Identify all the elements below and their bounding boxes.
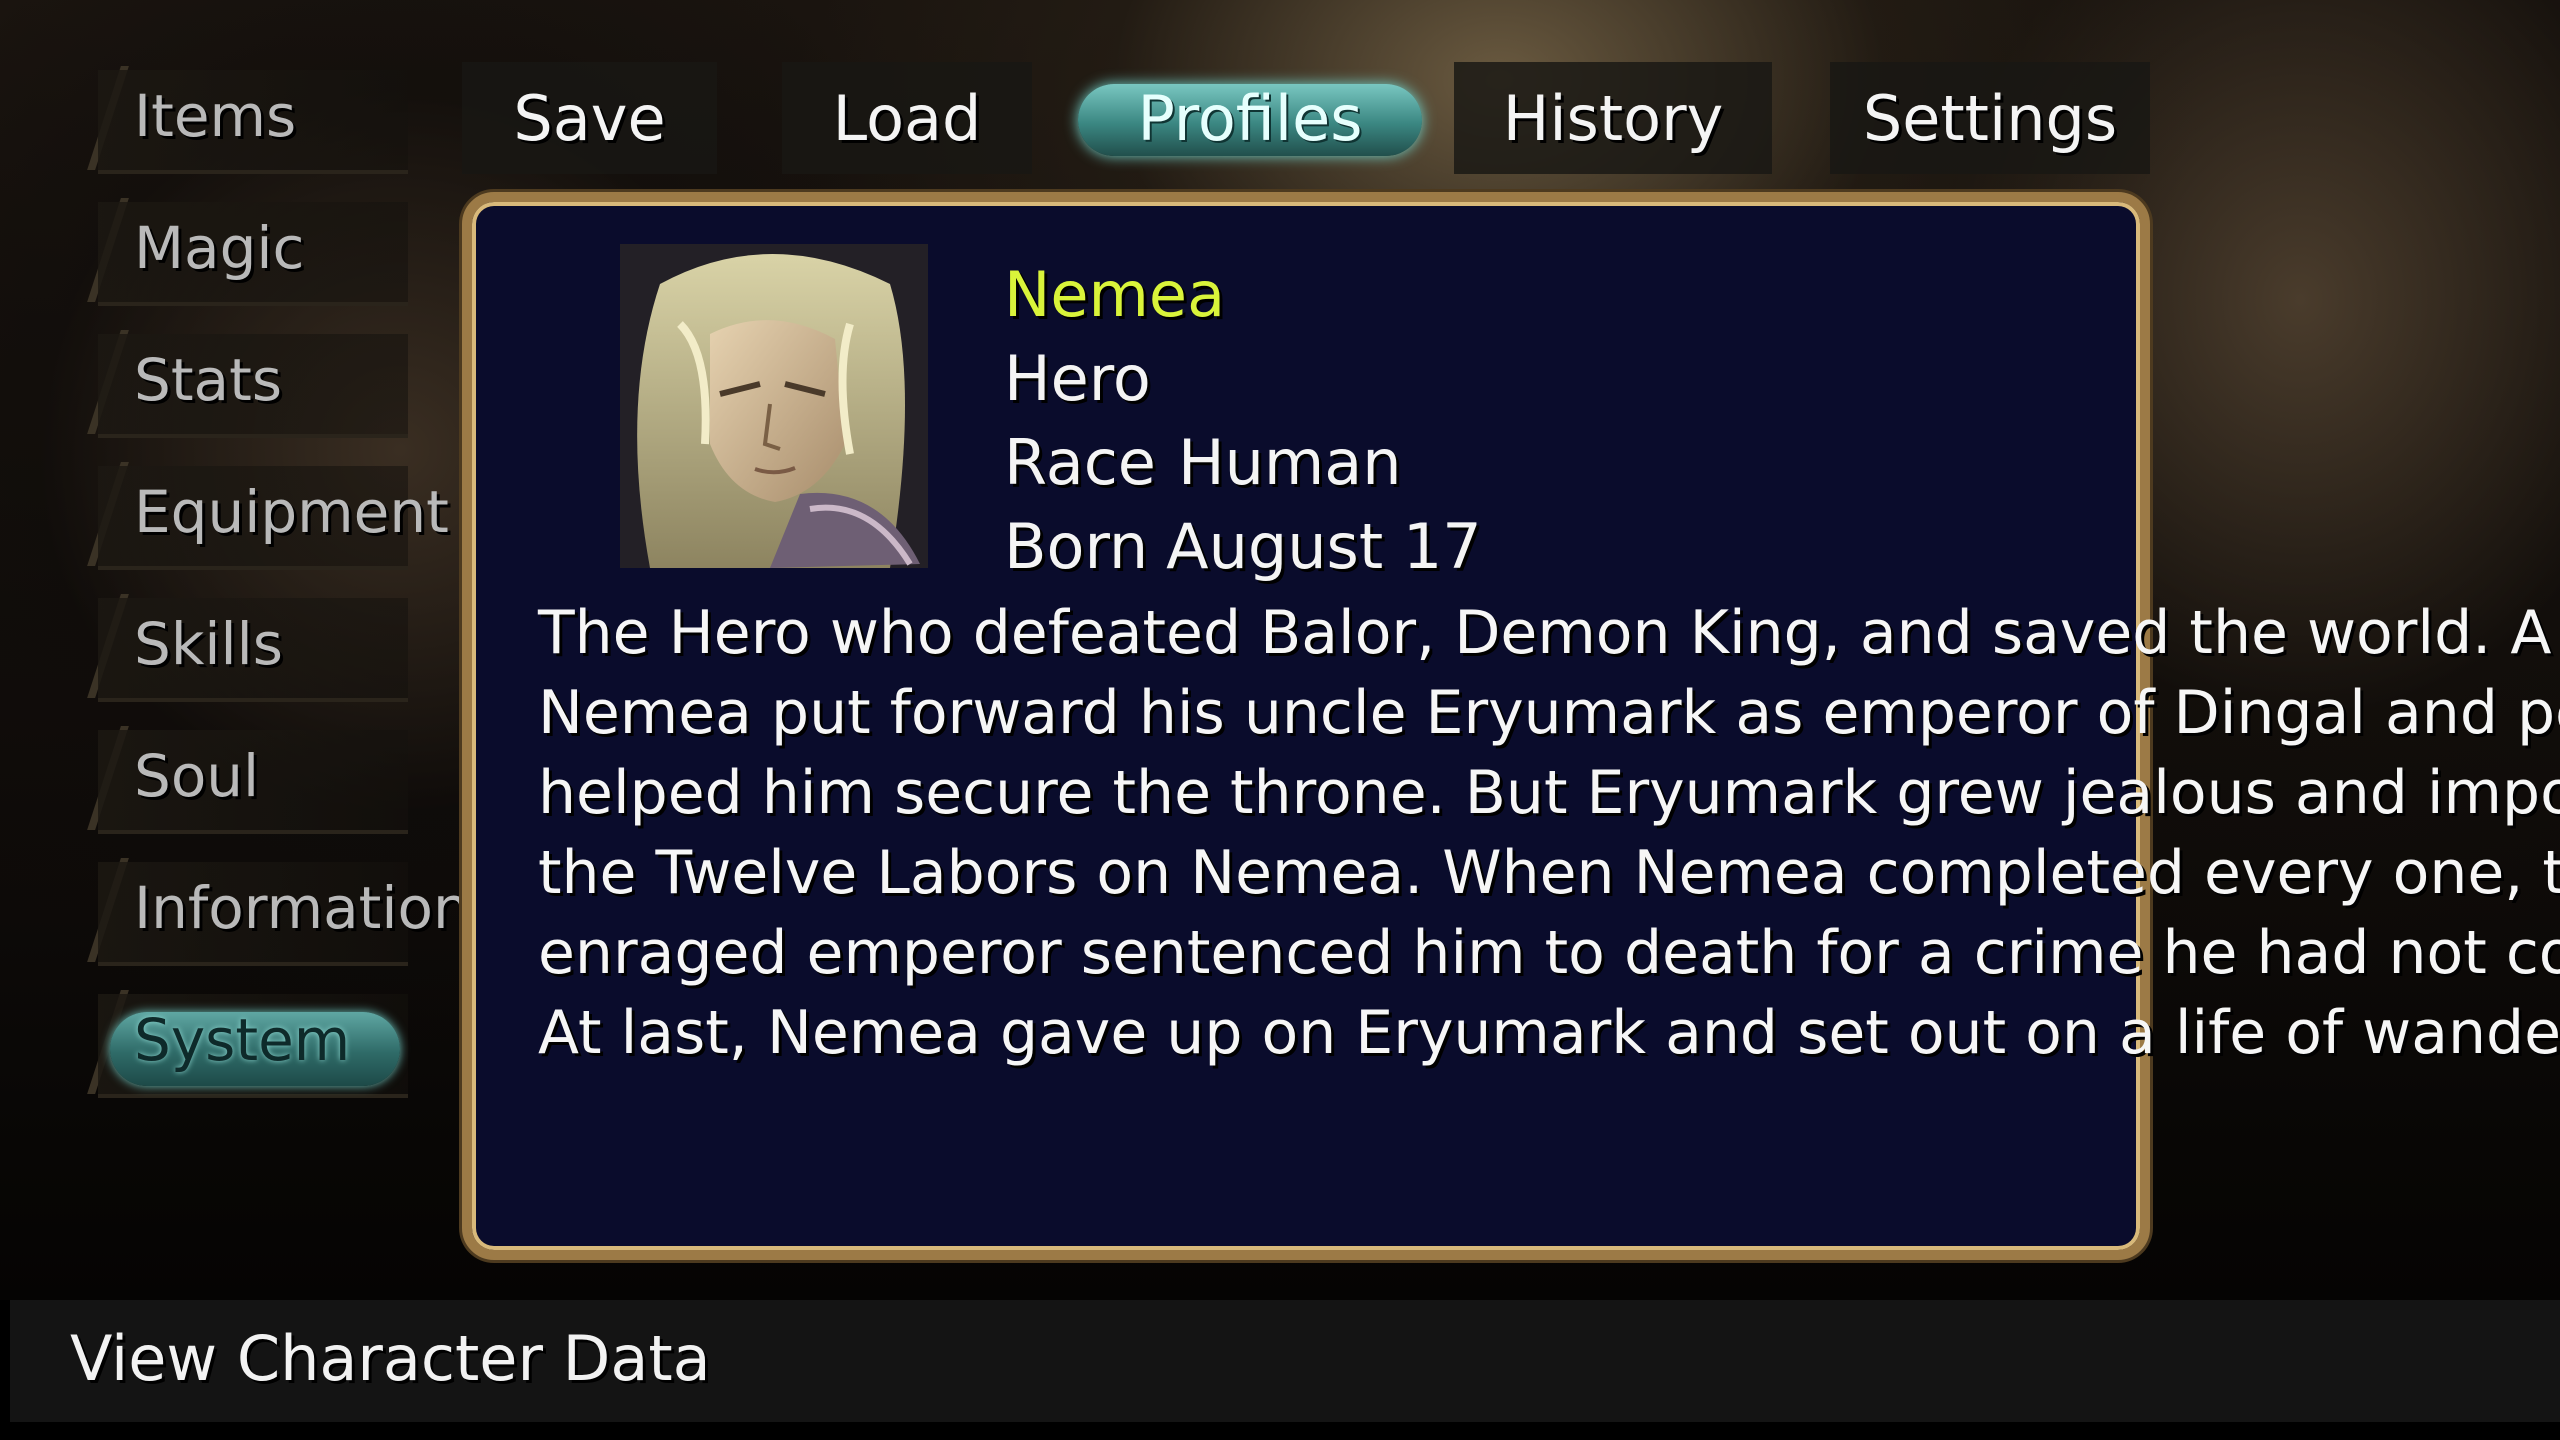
sidebar-item-equipment[interactable]: Equipment [87,454,449,572]
tab-save[interactable]: Save [462,62,717,174]
tab-label: Settings [1862,81,2118,155]
description-line: The Hero who defeated Balor, Demon King,… [538,598,2552,668]
character-title: Hero [1004,342,1151,415]
description-line: At last, Nemea gave up on Eryumark and s… [538,998,2560,1068]
tab-label: Load [832,81,982,155]
sidebar-item-soul[interactable]: Soul [87,718,410,836]
sidebar-item-label: Stats [134,346,283,414]
sidebar-item-label: System [134,1006,351,1074]
tab-load[interactable]: Load [782,62,1032,174]
sidebar-item-label: Soul [134,742,260,810]
help-bar: View Character Data [10,1300,2560,1422]
tab-profiles[interactable]: Profiles [1070,62,1430,174]
character-race: Race Human [1004,426,1402,499]
born-value: August 17 [1166,510,1482,583]
character-birthday: Born August 17 [1004,510,1482,583]
sidebar-item-system[interactable]: System [87,982,410,1100]
sidebar-item-magic[interactable]: Magic [87,190,410,308]
sidebar-item-stats[interactable]: Stats [87,322,410,440]
help-text: View Character Data [70,1322,711,1395]
sidebar-item-label: Magic [134,214,305,282]
sidebar-item-skills[interactable]: Skills [87,586,410,704]
born-label: Born [1004,510,1149,583]
sidebar-item-label: Items [134,82,297,150]
sidebar-item-information[interactable]: Information [87,850,470,968]
description-line: Nemea put forward his uncle Eryumark as … [538,678,2560,748]
description-line: enraged emperor sentenced him to death f… [538,918,2560,988]
sidebar-item-label: Information [134,874,470,942]
race-value: Human [1177,426,1402,499]
tab-label: History [1502,81,1724,155]
character-name: Nemea [1004,258,1226,331]
sidebar-item-label: Skills [134,610,283,678]
sidebar-item-items[interactable]: Items [87,58,410,176]
description-line: helped him secure the throne. But Eryuma… [538,758,2560,828]
tab-settings[interactable]: Settings [1830,62,2150,174]
description-line: the Twelve Labors on Nemea. When Nemea c… [538,838,2560,908]
tab-label: Profiles [1137,81,1363,155]
sidebar-item-label: Equipment [134,478,449,546]
tab-label: Save [513,81,666,155]
race-label: Race [1004,426,1156,499]
tab-history[interactable]: History [1454,62,1772,174]
character-portrait [620,244,928,568]
portrait-image [620,244,928,568]
